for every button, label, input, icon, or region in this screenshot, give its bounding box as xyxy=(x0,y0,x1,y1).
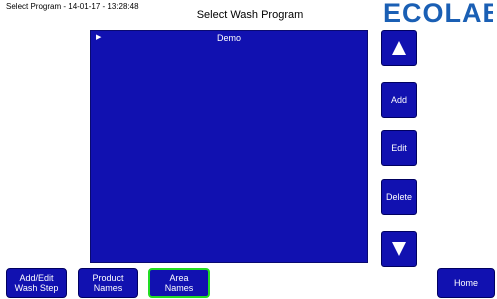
page-title: Select Wash Program xyxy=(196,9,304,21)
wash-program-screen: Select Program - 14-01-17 - 13:28:48 Sel… xyxy=(0,0,497,299)
ecolab-logo: ECOLAB xyxy=(383,0,493,25)
product-names-line1: Product xyxy=(92,273,124,283)
product-names-line2: Names xyxy=(93,283,123,293)
list-item[interactable]: ▶ Demo xyxy=(91,31,367,45)
area-names-line1: Area xyxy=(169,273,189,283)
edit-button-label: Edit xyxy=(391,143,407,153)
add-button-label: Add xyxy=(390,95,407,105)
status-text: Select Program - 14-01-17 - 13:28:48 xyxy=(6,2,139,11)
area-names-button[interactable]: Area Names xyxy=(148,268,210,298)
list-item-label: Demo xyxy=(216,33,241,43)
program-list[interactable]: ▶ Demo xyxy=(90,30,368,263)
home-button[interactable]: Home xyxy=(437,268,495,298)
add-edit-wash-step-line2: Wash Step xyxy=(14,283,59,293)
delete-button[interactable]: Delete xyxy=(381,179,417,215)
product-names-button[interactable]: Product Names xyxy=(78,268,138,298)
triangle-up-icon xyxy=(392,41,406,55)
add-button[interactable]: Add xyxy=(381,82,417,118)
home-button-label: Home xyxy=(453,278,478,288)
selection-pointer-icon: ▶ xyxy=(96,34,102,41)
add-edit-wash-step-line1: Add/Edit xyxy=(19,273,54,283)
add-edit-wash-step-button[interactable]: Add/Edit Wash Step xyxy=(6,268,67,298)
delete-button-label: Delete xyxy=(385,192,412,202)
edit-button[interactable]: Edit xyxy=(381,130,417,166)
scroll-down-button[interactable] xyxy=(381,231,417,267)
logo-text: ECOLAB xyxy=(383,0,493,25)
scroll-up-button[interactable] xyxy=(381,30,417,66)
triangle-down-icon xyxy=(392,242,406,256)
area-names-line2: Names xyxy=(164,283,194,293)
